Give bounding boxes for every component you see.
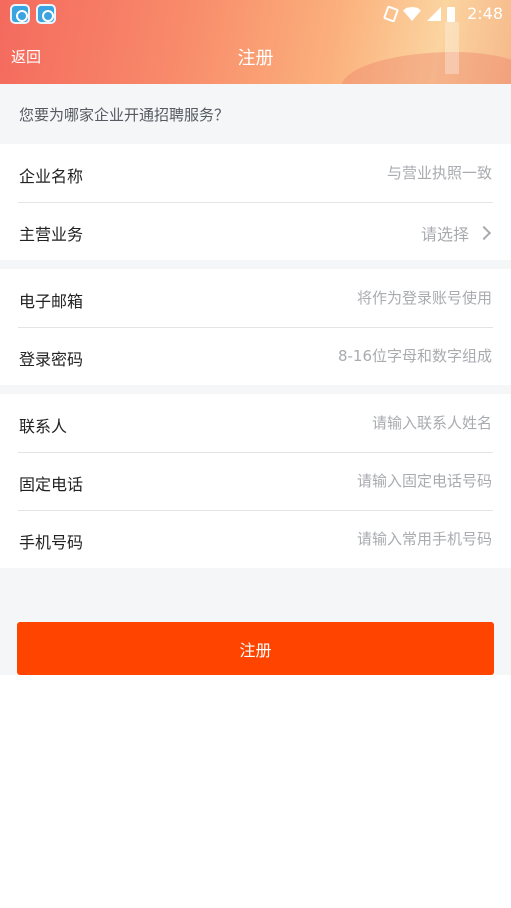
vibrate-icon [382,5,400,23]
app-icon [10,4,30,24]
password-input[interactable] [212,339,492,373]
mobile-input[interactable] [212,522,492,556]
contact-group: 联系人 固定电话 手机号码 [0,394,511,568]
main-business-row[interactable]: 主营业务 请选择 [0,202,511,260]
contact-label: 联系人 [19,417,68,436]
password-row: 登录密码 [0,327,511,385]
company-group: 企业名称 主营业务 请选择 [0,144,511,260]
prompt-text: 您要为哪家企业开通招聘服务？ [19,106,230,124]
main-business-select[interactable]: 请选择 [420,221,492,245]
email-row: 电子邮箱 [0,269,511,327]
company-name-input[interactable] [212,156,492,190]
landline-row: 固定电话 [0,452,511,510]
register-button[interactable]: 注册 [17,622,494,675]
status-time: 2:48 [467,4,503,23]
company-name-label: 企业名称 [19,167,84,186]
status-bar: 2:48 [0,0,511,28]
email-label: 电子邮箱 [19,292,84,311]
section-divider [0,260,511,269]
password-label: 登录密码 [19,350,84,369]
main-business-select-text: 请选择 [420,225,469,244]
prompt-section: 您要为哪家企业开通招聘服务？ [0,84,511,144]
section-divider [0,385,511,394]
email-input[interactable] [212,281,492,315]
mobile-row: 手机号码 [0,510,511,568]
header-bar: 2:48 返回 注册 [0,0,511,84]
app-icon [36,4,56,24]
mobile-label: 手机号码 [19,533,84,552]
account-group: 电子邮箱 登录密码 [0,269,511,385]
contact-input[interactable] [212,406,492,440]
status-icons [382,5,455,23]
landline-label: 固定电话 [19,475,84,494]
wifi-icon [403,7,421,21]
signal-icon [427,7,441,21]
page-title: 注册 [237,48,274,69]
company-name-row: 企业名称 [0,144,511,202]
battery-charging-icon [447,6,455,22]
contact-row: 联系人 [0,394,511,452]
landline-input[interactable] [212,464,492,498]
main-business-label: 主营业务 [19,225,84,244]
chevron-right-icon [476,225,492,241]
